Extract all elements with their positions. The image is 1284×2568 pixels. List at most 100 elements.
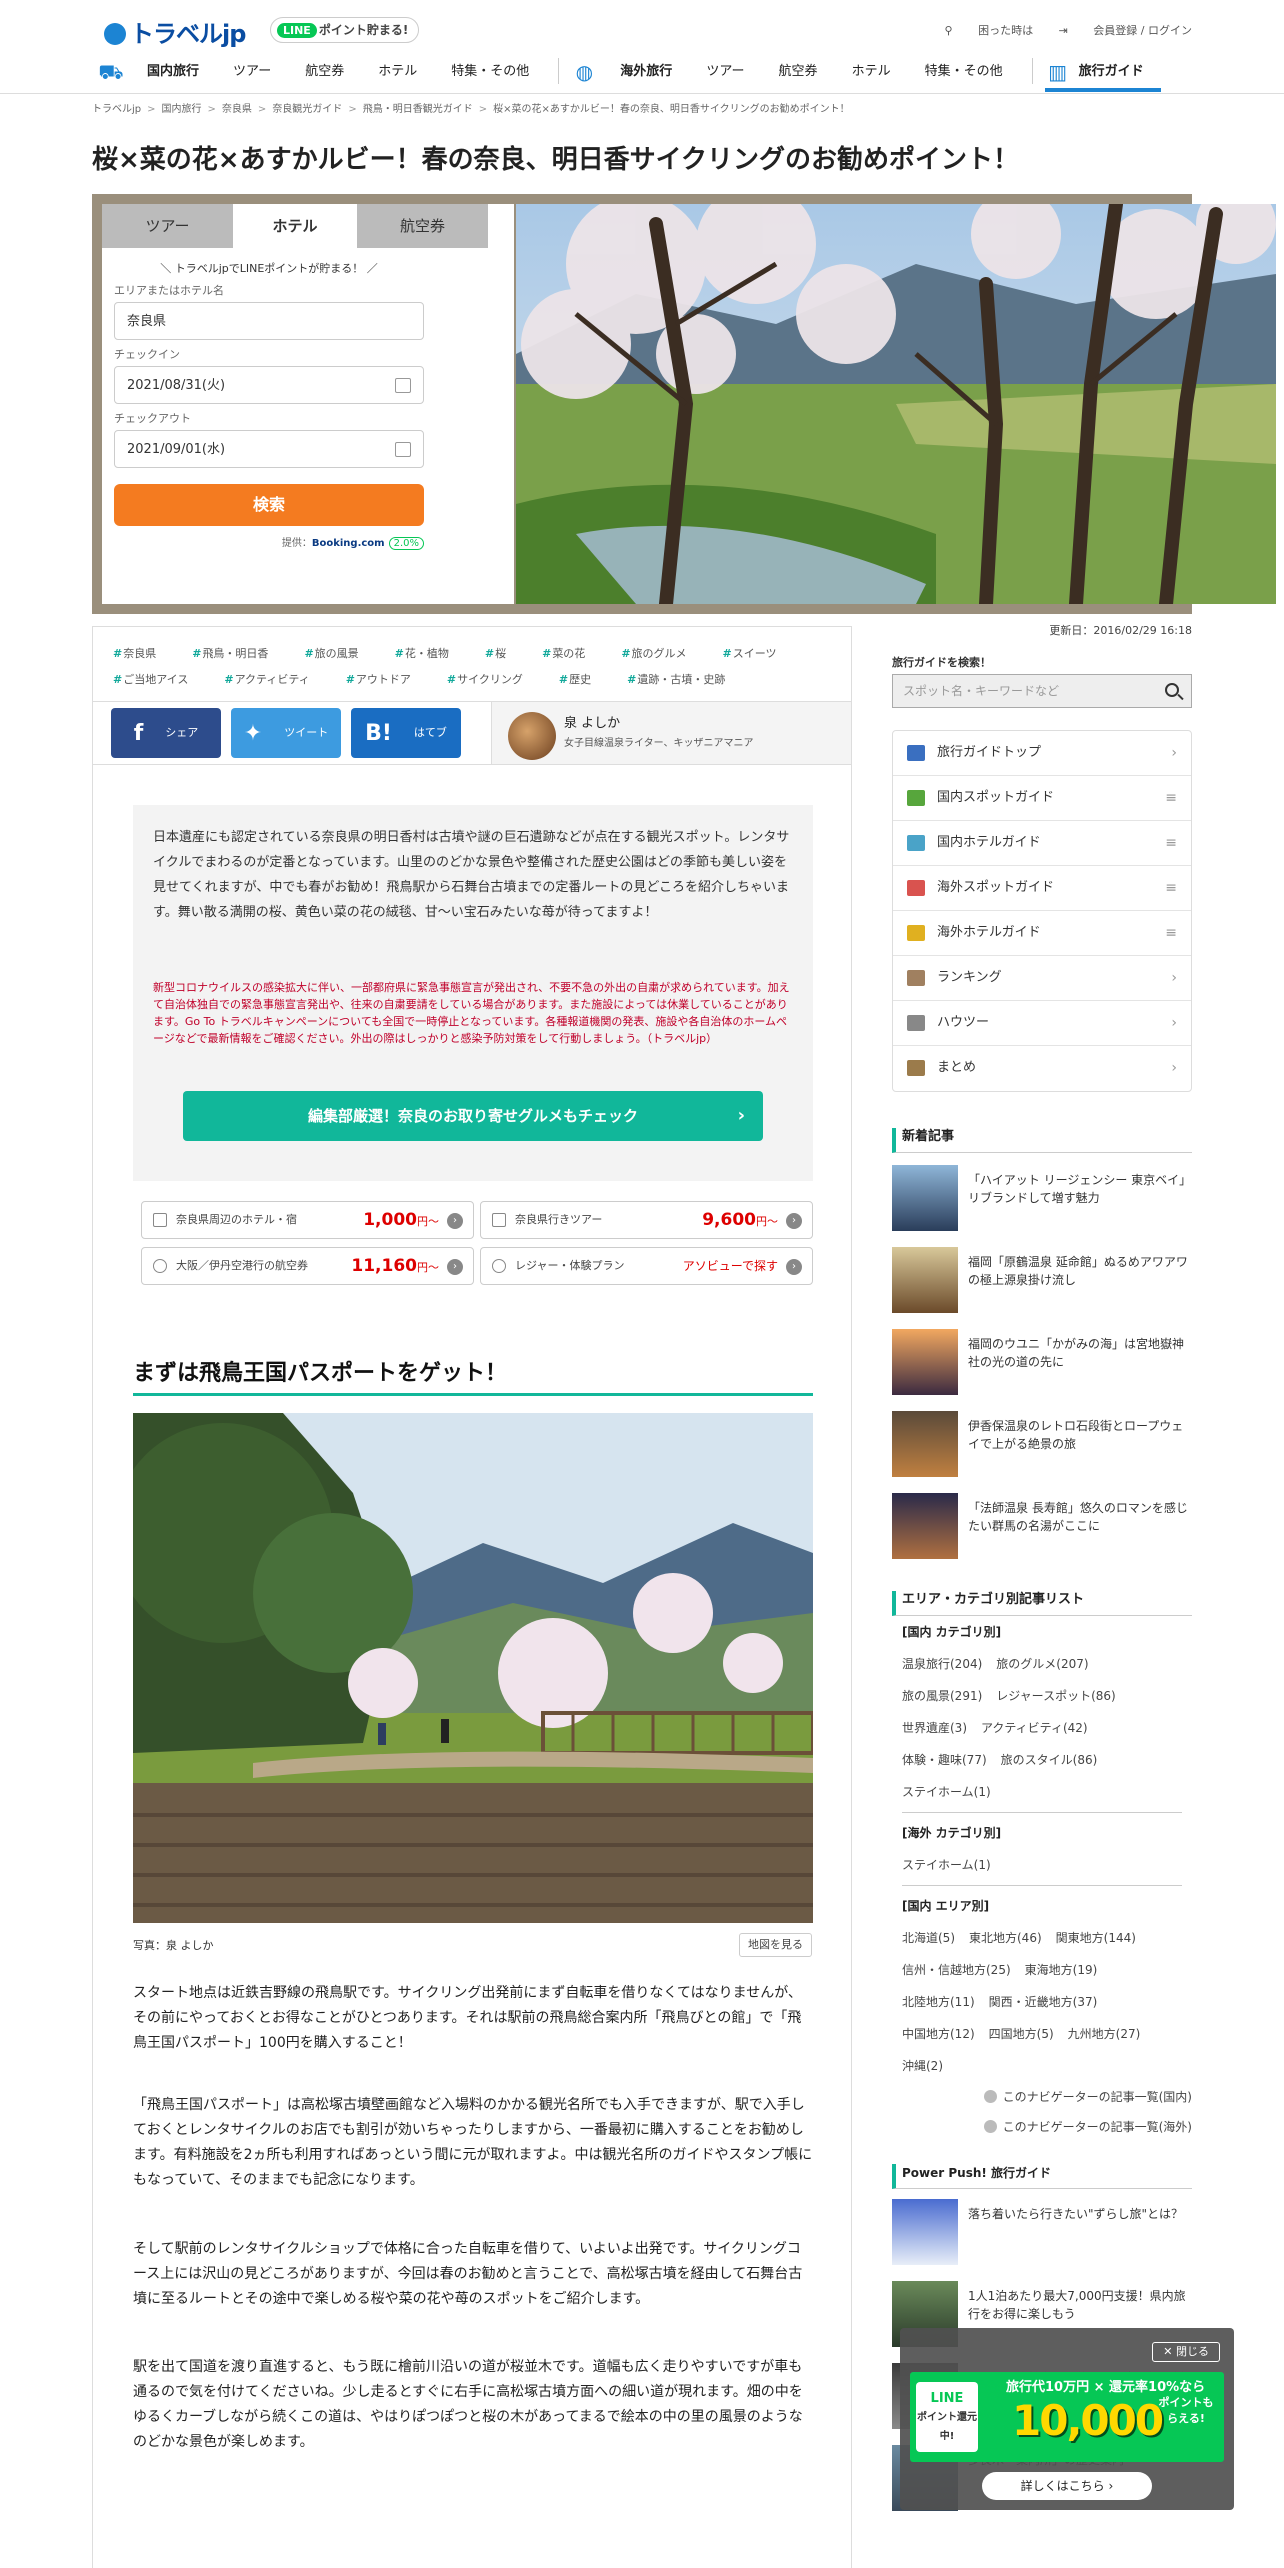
news-thumbnail (892, 1165, 958, 1231)
news-item[interactable]: 「ハイアット リージェンシー 東京ベイ」リブランドして増す魅力 (892, 1165, 1192, 1247)
tag-link[interactable]: #サイクリング (447, 673, 541, 686)
category-link[interactable]: 温泉旅行(204) (902, 1657, 982, 1671)
tag-link[interactable]: #奈良県 (113, 647, 174, 660)
nav-domestic-air[interactable]: 航空券 (288, 58, 361, 92)
tag-link[interactable]: #旅の風景 (304, 647, 376, 660)
breadcrumb-item[interactable]: 飛鳥・明日香観光ガイド (363, 104, 473, 115)
nav-overseas-tour[interactable]: ツアー (689, 58, 761, 92)
tag-link[interactable]: #遺跡・古墳・史跡 (627, 673, 743, 686)
global-nav: ⛟ 国内旅行 ツアー 航空券 ホテル 特集・その他 ◍ 海外旅行 ツアー 航空券 ホテル 特集・その… (98, 58, 1161, 92)
breadcrumb-item[interactable]: トラベルjp (92, 104, 141, 115)
tag-link[interactable]: #ご当地アイス (113, 673, 206, 686)
news-thumbnail (892, 1329, 958, 1395)
tab-hotel[interactable]: ホテル (233, 204, 357, 248)
area-input[interactable]: 奈良県 (114, 302, 424, 340)
breadcrumb-item[interactable]: 奈良観光ガイド (272, 104, 342, 115)
category-link[interactable]: 北陸地方(11) (902, 1995, 975, 2009)
line-ad-banner[interactable]: LINE ポイント還元中! 旅行代10万円 × 還元率10%なら 10,000 ポ… (910, 2372, 1224, 2462)
category-link[interactable]: 旅の風景(291) (902, 1689, 982, 1703)
section-heading: まずは飛鳥王国パスポートをゲット！ (133, 1355, 813, 1396)
news-item[interactable]: 福岡「原鶴温泉 延命館」ぬるめアワアワの極上源泉掛け流し (892, 1247, 1192, 1329)
guide-menu-item[interactable]: ランキング › (893, 956, 1191, 1001)
tag-link[interactable]: #飛鳥・明日香 (192, 647, 286, 660)
category-link[interactable]: ステイホーム(1) (902, 1858, 991, 1872)
checkout-input[interactable]: 2021/09/01(水) (114, 430, 424, 468)
tag-link[interactable]: #アクティビティ (224, 673, 327, 686)
guide-menu-item[interactable]: 国内スポットガイド ≡ (893, 776, 1191, 821)
news-item[interactable]: 福岡のウユニ「かがみの海」は宮地嶽神社の光の道の先に (892, 1329, 1192, 1411)
nav-guide[interactable]: ▥ 旅行ガイド (1044, 58, 1161, 92)
article-photo[interactable] (133, 1413, 813, 1923)
category-link[interactable]: 北海道(5) (902, 1931, 955, 1945)
tag-link[interactable]: #歴史 (559, 673, 609, 686)
category-link[interactable]: 東海地方(19) (1025, 1963, 1098, 1977)
tag-link[interactable]: #スイーツ (723, 647, 795, 660)
ad-close-button[interactable]: ✕ 閉じる (1152, 2342, 1220, 2362)
tag-link[interactable]: #旅のグルメ (621, 647, 704, 660)
nav-domestic-special[interactable]: 特集・その他 (434, 58, 546, 92)
link-flights[interactable]: 大阪／伊丹空港行の航空券 11,160円～ › (141, 1247, 474, 1285)
tag-link[interactable]: #アウトドア (346, 673, 429, 686)
nav-domestic-hotel[interactable]: ホテル (361, 58, 434, 92)
guide-search-input[interactable]: スポット名・キーワードなど (892, 674, 1192, 708)
tab-air[interactable]: 航空券 (357, 204, 488, 248)
sidebar: 旅行ガイドを検索！ スポット名・キーワードなど 旅行ガイドトップ › 国内スポットガ… (892, 654, 1192, 2527)
breadcrumb-item[interactable]: 国内旅行 (162, 104, 202, 115)
category-link[interactable]: 沖縄(2) (902, 2059, 943, 2073)
hatena-bookmark-button[interactable]: B! はてブ (351, 708, 461, 758)
map-button[interactable]: 地図を見る (739, 1933, 812, 1957)
guide-menu-item[interactable]: ハウツー › (893, 1001, 1191, 1046)
guide-menu: 旅行ガイドトップ › 国内スポットガイド ≡ 国内ホテルガイド ≡ 海外スポットガイド ≡ 海外… (892, 730, 1192, 1092)
tag-link[interactable]: #菜の花 (542, 647, 603, 660)
checkin-input[interactable]: 2021/08/31(火) (114, 366, 424, 404)
guide-menu-item[interactable]: 海外スポットガイド ≡ (893, 866, 1191, 911)
navigator-domestic-link[interactable]: このナビゲーターの記事一覧(国内) (892, 2082, 1192, 2112)
ad-details-button[interactable]: 詳しくはこちら › (982, 2472, 1152, 2500)
nav-domestic-top[interactable]: 国内旅行 (130, 58, 216, 92)
category-link[interactable]: 関東地方(144) (1056, 1931, 1136, 1945)
category-link[interactable]: 世界遺産(3) (902, 1721, 967, 1735)
guide-menu-item[interactable]: 国内ホテルガイド ≡ (893, 821, 1191, 866)
category-link[interactable]: 中国地方(12) (902, 2027, 975, 2041)
category-link[interactable]: 旅のスタイル(86) (1001, 1753, 1098, 1767)
tab-tour[interactable]: ツアー (102, 204, 233, 248)
guide-menu-item[interactable]: 旅行ガイドトップ › (893, 731, 1191, 776)
guide-menu-item[interactable]: 海外ホテルガイド ≡ (893, 911, 1191, 956)
nav-overseas-top[interactable]: 海外旅行 (603, 58, 689, 92)
category-link[interactable]: 旅のグルメ(207) (996, 1657, 1088, 1671)
news-item[interactable]: 「法師温泉 長寿館」悠久のロマンを感じたい群馬の名湯がここに (892, 1493, 1192, 1575)
category-link[interactable]: 東北地方(46) (969, 1931, 1042, 1945)
facebook-share-button[interactable]: f シェア (111, 708, 221, 758)
gourmet-button[interactable]: 編集部厳選！奈良のお取り寄せグルメもチェック (183, 1091, 763, 1141)
category-link[interactable]: 信州・信越地方(25) (902, 1963, 1011, 1977)
news-item[interactable]: 伊香保温泉のレトロ石段街とロープウェイで上がる絶景の旅 (892, 1411, 1192, 1493)
link-leisure[interactable]: レジャー・体験プラン アソビューで探す › (480, 1247, 813, 1285)
help-link[interactable]: ⚲ 困った時は (945, 24, 1034, 37)
breadcrumb-item[interactable]: 奈良県 (222, 104, 252, 115)
search-icon[interactable] (1165, 683, 1179, 697)
navigator-overseas-link[interactable]: このナビゲーターの記事一覧(海外) (892, 2112, 1192, 2142)
link-tours[interactable]: 奈良県行きツアー 9,600円～ › (480, 1201, 813, 1239)
tag-link[interactable]: #桜 (485, 647, 524, 660)
power-push-item[interactable]: 落ち着いたら行きたい"ずらし旅"とは？ (892, 2199, 1192, 2281)
category-link[interactable]: 関西・近畿地方(37) (989, 1995, 1098, 2009)
twitter-share-button[interactable]: ✦ ツイート (231, 708, 341, 758)
login-link[interactable]: ⇥ 会員登録 / ログイン (1059, 24, 1192, 37)
tag-link[interactable]: #花・植物 (395, 647, 467, 660)
category-link[interactable]: ステイホーム(1) (902, 1785, 991, 1799)
link-hotels[interactable]: 奈良県周辺のホテル・宿 1,000円～ › (141, 1201, 474, 1239)
category-link[interactable]: 九州地方(27) (1068, 2027, 1141, 2041)
author-card[interactable]: 泉 よしか 女子目線温泉ライター、キッザニアマニア (491, 702, 851, 764)
category-link[interactable]: 体験・趣味(77) (902, 1753, 987, 1767)
category-link[interactable]: アクティビティ(42) (981, 1721, 1088, 1735)
line-points-badge[interactable]: LINE ポイント貯まる! (270, 17, 420, 43)
guide-menu-item[interactable]: まとめ › (893, 1046, 1191, 1091)
site-logo[interactable]: トラベルjp (104, 14, 246, 49)
nav-overseas-special[interactable]: 特集・その他 (908, 58, 1020, 92)
category-link[interactable]: レジャースポット(86) (996, 1689, 1115, 1703)
nav-overseas-hotel[interactable]: ホテル (835, 58, 908, 92)
nav-overseas-air[interactable]: 航空券 (762, 58, 835, 92)
search-button[interactable]: 検索 (114, 484, 424, 526)
category-link[interactable]: 四国地方(5) (989, 2027, 1054, 2041)
nav-domestic-tour[interactable]: ツアー (216, 58, 288, 92)
